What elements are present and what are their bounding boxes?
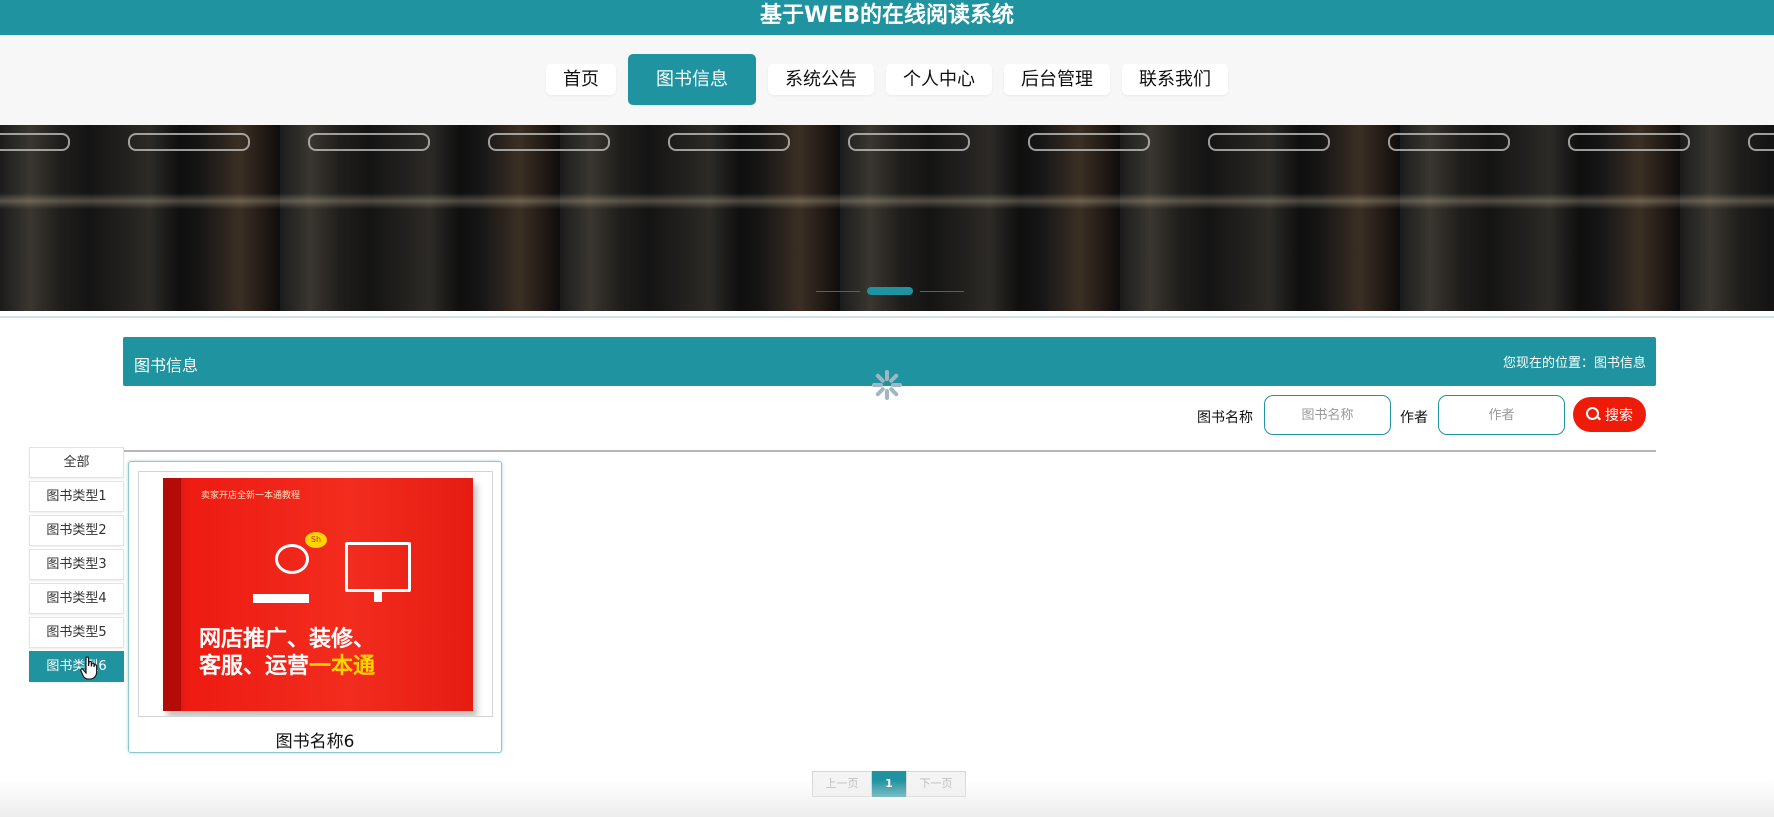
banner-book-spine <box>1360 125 1540 311</box>
nav-item-books[interactable]: 图书信息 <box>628 54 756 105</box>
category-item-all[interactable]: 全部 <box>29 447 124 478</box>
next-page-button[interactable]: 下一页 <box>906 771 966 797</box>
section-title: 图书信息 <box>134 356 199 375</box>
book-cover-image: 卖家开店全新一本通教程 Sh 网店推广、装修、 客服、运营一本通 <box>163 478 473 711</box>
banner-book-spine <box>1720 125 1774 311</box>
banner-book-spine <box>460 125 640 311</box>
carousel-dot[interactable] <box>816 291 860 292</box>
banner-book-spine <box>0 125 100 311</box>
mascot-icon <box>275 544 309 574</box>
divider <box>123 450 1656 452</box>
category-item-type6[interactable]: 图书类型6 <box>29 651 124 682</box>
site-title: 基于WEB的在线阅读系统 <box>759 3 1015 28</box>
divider <box>0 316 1774 318</box>
banner-book-spine <box>1180 125 1360 311</box>
nav-item-admin[interactable]: 后台管理 <box>1004 64 1110 95</box>
banner-book-spine <box>1540 125 1720 311</box>
author-input[interactable] <box>1438 395 1565 435</box>
prev-page-button[interactable]: 上一页 <box>812 771 872 797</box>
book-name-input[interactable] <box>1264 395 1391 435</box>
search-button-label: 搜索 <box>1605 407 1633 424</box>
category-item-type1[interactable]: 图书类型1 <box>29 481 124 512</box>
book-name-label: 图书名称 <box>1197 410 1253 426</box>
banner-book-spine <box>1000 125 1180 311</box>
book-card[interactable]: 卖家开店全新一本通教程 Sh 网店推广、装修、 客服、运营一本通 图书名称6 <box>128 461 502 753</box>
carousel-indicators <box>816 284 964 296</box>
book-cover-title: 网店推广、装修、 客服、运营一本通 <box>199 626 376 679</box>
book-cover-tagline: 卖家开店全新一本通教程 <box>201 491 301 501</box>
monitor-chart-icon <box>345 542 411 602</box>
banner-book-spine <box>100 125 280 311</box>
banner-carousel[interactable] <box>0 125 1774 311</box>
hand-cursor-icon <box>80 656 98 680</box>
category-item-type2[interactable]: 图书类型2 <box>29 515 124 546</box>
book-name[interactable]: 图书名称6 <box>129 727 501 752</box>
category-item-type5[interactable]: 图书类型5 <box>29 617 124 648</box>
pagination: 上一页 1 下一页 <box>812 771 966 797</box>
carousel-dot[interactable] <box>920 291 964 292</box>
badge-icon: Sh <box>305 532 327 548</box>
breadcrumb: 您现在的位置：图书信息 <box>1502 356 1646 371</box>
nav-item-personal-center[interactable]: 个人中心 <box>886 64 992 95</box>
category-sidebar: 全部 图书类型1 图书类型2 图书类型3 图书类型4 图书类型5 图书类型6 <box>29 447 124 685</box>
search-bar: 图书名称 作者 搜索 <box>0 395 1774 435</box>
site-header: 基于WEB的在线阅读系统 <box>0 0 1774 35</box>
banner-book-spine <box>280 125 460 311</box>
banner-book-spine <box>640 125 820 311</box>
nav-item-contact[interactable]: 联系我们 <box>1122 64 1228 95</box>
main-nav: 首页 图书信息 系统公告 个人中心 后台管理 联系我们 <box>0 54 1774 105</box>
category-item-type4[interactable]: 图书类型4 <box>29 583 124 614</box>
nav-item-announcements[interactable]: 系统公告 <box>768 64 874 95</box>
book-cover[interactable]: 卖家开店全新一本通教程 Sh 网店推广、装修、 客服、运营一本通 <box>138 471 493 717</box>
category-item-type3[interactable]: 图书类型3 <box>29 549 124 580</box>
nav-item-home[interactable]: 首页 <box>546 64 616 95</box>
carousel-dot-active[interactable] <box>867 287 913 295</box>
page-number-current[interactable]: 1 <box>872 771 906 797</box>
nav-band: 首页 图书信息 系统公告 个人中心 后台管理 联系我们 <box>0 35 1774 125</box>
search-button[interactable]: 搜索 <box>1573 397 1646 432</box>
author-label: 作者 <box>1400 410 1428 426</box>
search-icon <box>1586 407 1601 422</box>
